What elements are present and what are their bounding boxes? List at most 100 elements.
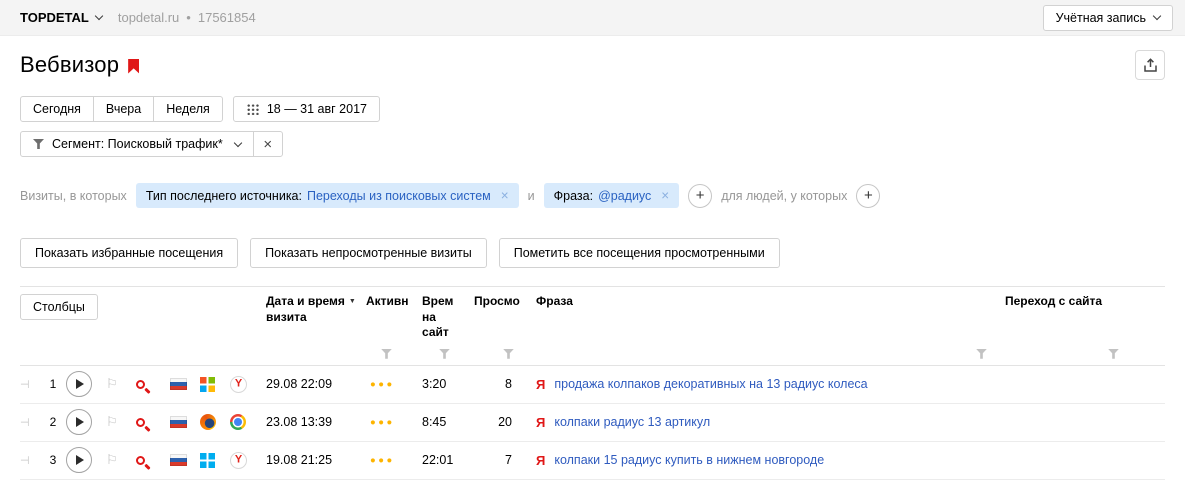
browser-icon [230,452,247,469]
chip-close-icon[interactable]: × [661,188,669,203]
segment-row: Сегмент: Поисковый трафик* × [20,131,1165,157]
search-icon [136,418,145,427]
browser-icon [230,414,246,430]
site-info: topdetal.ru • 17561854 [118,10,256,25]
search-icon [136,456,145,465]
col-header-activity[interactable]: Активн [366,294,422,310]
date-range-button[interactable]: 18 — 31 авг 2017 [233,96,380,122]
col-header-date[interactable]: Дата и время▼ визита [266,294,366,325]
filter-funnel-icon-phrase[interactable] [976,349,987,359]
play-button[interactable] [66,371,92,397]
export-icon [1143,58,1158,73]
col-header-views[interactable]: Просмо [474,294,536,310]
date-preset-group: Сегодня Вчера Неделя [20,96,223,122]
filter-chip-source-type[interactable]: Тип последнего источника: Переходы из по… [136,183,519,208]
play-button[interactable] [66,447,92,473]
chevron-down-icon [1153,12,1161,20]
phrase-cell: Я колпаки радиус 13 артикул [536,415,1005,430]
filter-funnel-icon-views[interactable] [503,349,514,359]
date-controls: Сегодня Вчера Неделя 18 — 31 авг 2017 [20,96,1165,122]
visits-table: Столбцы Дата и время▼ визита Активн Врем… [20,286,1165,480]
col-header-date-line2: визита [266,310,307,324]
phrase-link[interactable]: продажа колпаков декоративных на 13 ради… [554,377,867,391]
row-number: 1 [40,377,66,391]
segment-button[interactable]: Сегмент: Поисковый трафик* [20,131,254,157]
search-engine-cell [136,418,170,427]
visits-in-which-label: Визиты, в которых [20,189,127,203]
phrase-link[interactable]: колпаки радиус 13 артикул [554,415,710,429]
date-today-button[interactable]: Сегодня [20,96,94,122]
export-button[interactable] [1135,50,1165,80]
segment-filter-icon [33,139,44,149]
col-header-time-on-site[interactable]: Врем на сайт [422,294,474,341]
pin-icon[interactable]: ⊣ [20,454,40,467]
columns-button[interactable]: Столбцы [20,294,98,320]
search-engine-cell [136,380,170,389]
mark-all-viewed-button[interactable]: Пометить все посещения просмотренными [499,238,780,268]
for-people-label: для людей, у которых [721,189,847,203]
chevron-down-icon [233,138,241,146]
columns-button-cell: Столбцы [20,294,266,320]
pin-icon[interactable]: ⊣ [20,378,40,391]
add-people-condition-button[interactable]: + [856,184,880,208]
bullet-separator: • [186,10,191,25]
row-number: 3 [40,453,66,467]
phrase-link[interactable]: колпаки 15 радиус купить в нижнем новгор… [554,453,824,467]
russia-flag-icon [170,378,187,390]
filter-sentence: Визиты, в которых Тип последнего источни… [20,183,1165,208]
page-views-count: 8 [474,377,536,391]
account-button[interactable]: Учётная запись [1043,5,1173,31]
segment-close-button[interactable]: × [253,131,283,157]
pin-icon[interactable]: ⊣ [20,416,40,429]
show-unviewed-button[interactable]: Показать непросмотренные визиты [250,238,487,268]
filter-funnel-icon-referrer[interactable] [1108,349,1119,359]
activity-indicator: ●●● [370,379,422,390]
country-flag-cell [170,454,200,466]
browser-cell [230,376,266,393]
favorite-flag-icon[interactable]: ⚐ [106,376,136,392]
chevron-down-icon [95,12,103,20]
counter-id: 17561854 [198,10,256,25]
date-yesterday-button[interactable]: Вчера [93,96,154,122]
bookmark-icon[interactable] [128,59,139,74]
country-flag-cell [170,378,200,390]
add-visit-condition-button[interactable]: + [688,184,712,208]
os-icon [200,414,216,430]
and-label: и [528,189,535,203]
filter-funnel-icon-activity[interactable] [381,349,392,359]
show-favorites-button[interactable]: Показать избранные посещения [20,238,238,268]
page-views-count: 7 [474,453,536,467]
site-domain: topdetal.ru [118,10,179,25]
time-on-site: 22:01 [422,453,474,467]
filter-funnel-icon-time[interactable] [439,349,450,359]
chip-value: @радиус [598,189,651,203]
chip-prefix: Тип последнего источника: [146,189,302,203]
activity-indicator: ●●● [370,455,422,466]
play-icon [76,379,84,389]
table-row: ⊣ 1 ⚐ 29.08 22:09 ●●● 3:20 8 Я продажа к… [20,366,1165,404]
date-week-button[interactable]: Неделя [153,96,223,122]
chip-prefix: Фраза: [554,189,593,203]
chip-close-icon[interactable]: × [501,188,509,203]
table-row: ⊣ 3 ⚐ 19.08 21:25 ●●● 22:01 7 Я колпаки … [20,442,1165,480]
country-flag-cell [170,416,200,428]
date-range-label: 18 — 31 авг 2017 [267,102,367,116]
favorite-flag-icon[interactable]: ⚐ [106,452,136,468]
filter-chip-phrase[interactable]: Фраза: @радиус × [544,183,680,208]
yandex-icon: Я [536,453,545,468]
time-on-site: 8:45 [422,415,474,429]
os-cell [200,453,230,468]
close-icon: × [263,136,272,153]
col-header-referrer[interactable]: Переход с сайта [1005,294,1165,310]
col-header-date-line1: Дата и время [266,294,345,308]
russia-flag-icon [170,416,187,428]
yandex-icon: Я [536,377,545,392]
col-header-phrase[interactable]: Фраза [536,294,1005,310]
counter-switcher[interactable]: TOPDETAL [20,10,102,25]
os-cell [200,377,230,392]
play-button[interactable] [66,409,92,435]
favorite-flag-icon[interactable]: ⚐ [106,414,136,430]
page-title: Вебвизор [20,52,119,78]
play-icon [76,455,84,465]
activity-indicator: ●●● [370,417,422,428]
